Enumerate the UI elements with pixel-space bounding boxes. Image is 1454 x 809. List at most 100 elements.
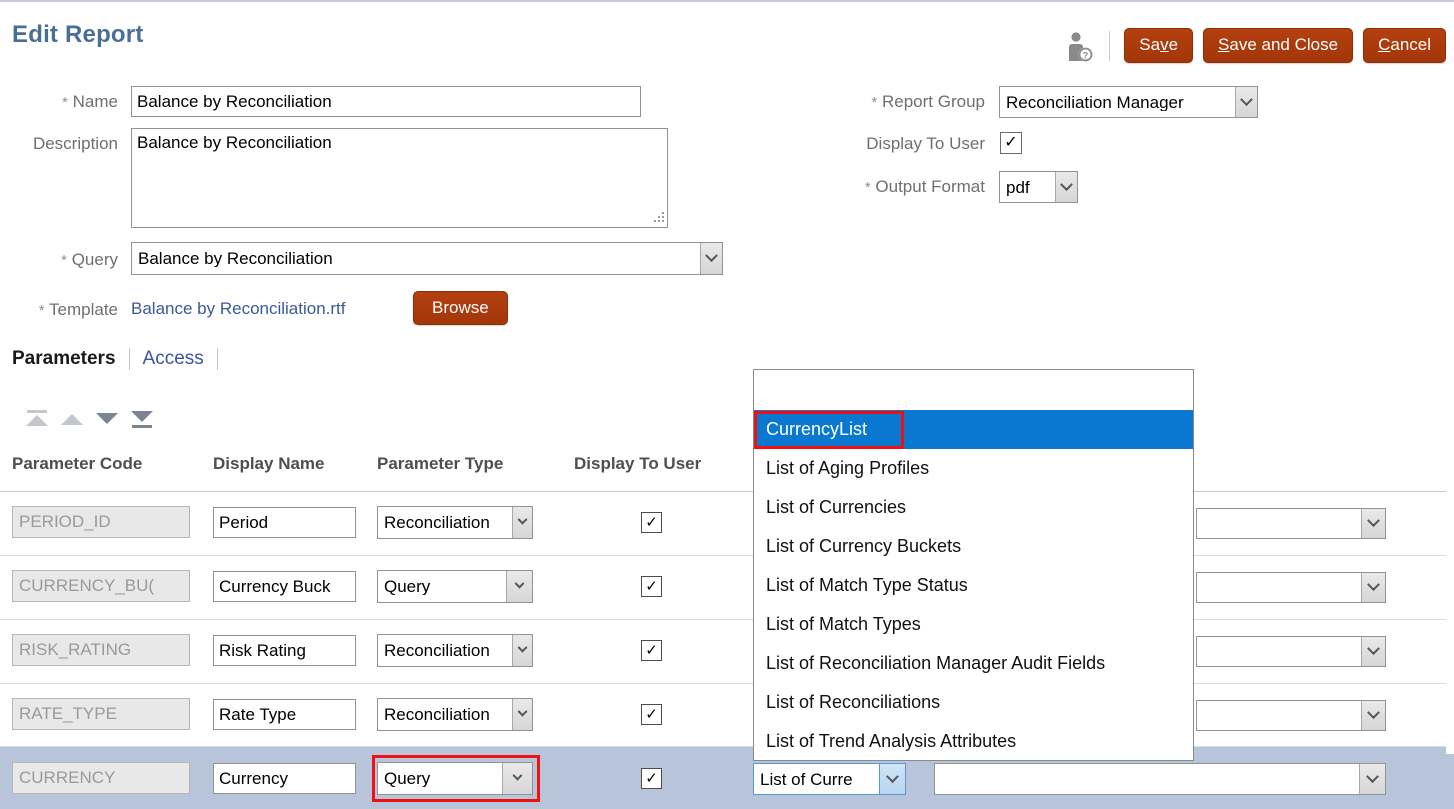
template-label: * Template <box>0 300 118 320</box>
dropdown-item-list-of-aging-profiles[interactable]: List of Aging Profiles <box>754 449 1193 488</box>
output-format-value: pdf <box>1000 179 1055 196</box>
parameter-type-value: Reconciliation <box>378 514 512 531</box>
display-to-user-checkbox[interactable]: ✓ <box>641 576 662 597</box>
query-label: * Query <box>0 250 118 270</box>
chevron-down-icon[interactable] <box>1361 509 1385 538</box>
move-down-icon[interactable] <box>96 410 118 428</box>
parameter-type-select[interactable]: Query <box>377 570 533 603</box>
report-group-value: Reconciliation Manager <box>1000 94 1235 111</box>
output-format-select[interactable]: pdf <box>999 171 1078 203</box>
dropdown-item-list-of-trend-analysis-attributes[interactable]: List of Trend Analysis Attributes <box>754 722 1193 761</box>
svg-text:?: ? <box>1083 50 1089 60</box>
column-header-display-name: Display Name <box>213 454 325 474</box>
toolbar-divider <box>1109 31 1110 61</box>
move-to-bottom-icon[interactable] <box>131 410 153 428</box>
row-extra-select[interactable] <box>1196 508 1386 539</box>
dropdown-item-list-of-rm-audit-fields[interactable]: List of Reconciliation Manager Audit Fie… <box>754 644 1193 683</box>
tab-divider-end <box>217 348 218 370</box>
chevron-down-icon[interactable] <box>1235 87 1257 117</box>
parameter-type-value: Query <box>378 770 502 787</box>
parameter-code-field: RISK_RATING <box>12 634 190 666</box>
save-and-close-button[interactable]: Save and Close <box>1203 28 1353 63</box>
move-to-top-icon[interactable] <box>26 410 48 428</box>
parameter-type-select[interactable]: Reconciliation <box>377 698 533 731</box>
person-question-icon[interactable]: ? <box>1065 29 1095 63</box>
dropdown-item-list-of-currencies[interactable]: List of Currencies <box>754 488 1193 527</box>
display-to-user-checkbox[interactable]: ✓ <box>641 640 662 661</box>
chevron-down-icon[interactable] <box>512 635 532 666</box>
report-group-select[interactable]: Reconciliation Manager <box>999 86 1258 118</box>
name-label: * Name <box>0 92 118 112</box>
parameter-code-field: CURRENCY <box>12 762 190 794</box>
display-name-input[interactable] <box>213 507 356 538</box>
header-rule <box>0 491 1454 492</box>
dropdown-item-list-of-match-type-status[interactable]: List of Match Type Status <box>754 566 1193 605</box>
column-header-parameter-code: Parameter Code <box>12 454 142 474</box>
header-toolbar: ? Save Save and Close Cancel <box>1065 28 1446 63</box>
dropdown-item-list-of-match-types[interactable]: List of Match Types <box>754 605 1193 644</box>
report-group-label: * Report Group <box>790 92 985 112</box>
chevron-down-icon[interactable] <box>879 764 905 794</box>
cancel-label: ancel <box>1390 35 1431 54</box>
name-input[interactable] <box>131 86 641 117</box>
edit-report-page: Edit Report ? Save Save and Close Cancel… <box>0 0 1454 809</box>
cancel-accesskey: C <box>1378 35 1390 54</box>
table-right-edge <box>1446 454 1454 754</box>
display-name-input[interactable] <box>213 763 356 794</box>
chevron-down-icon[interactable] <box>1361 701 1385 730</box>
move-up-icon[interactable] <box>61 410 83 428</box>
display-to-user-checkbox[interactable]: ✓ <box>1000 132 1022 154</box>
parameter-type-value: Reconciliation <box>378 706 512 723</box>
row-separator <box>0 619 1454 620</box>
dropdown-item-list-of-currency-buckets[interactable]: List of Currency Buckets <box>754 527 1193 566</box>
parameter-type-select[interactable]: Query <box>377 762 533 795</box>
column-header-display-to-user: Display To User <box>574 454 701 474</box>
chevron-down-icon[interactable] <box>1055 172 1077 202</box>
display-name-input[interactable] <box>213 635 356 666</box>
template-file-link[interactable]: Balance by Reconciliation.rtf <box>131 299 346 319</box>
chevron-down-icon[interactable] <box>700 243 722 274</box>
display-name-input[interactable] <box>213 699 356 730</box>
tab-access[interactable]: Access <box>143 348 204 370</box>
row-extra-select[interactable] <box>1196 636 1386 667</box>
chevron-down-icon[interactable] <box>502 763 532 794</box>
row-order-toolbar <box>26 410 153 428</box>
tab-parameters[interactable]: Parameters <box>12 348 116 370</box>
description-textarea[interactable] <box>131 128 668 228</box>
row-separator <box>0 746 1454 747</box>
display-name-input[interactable] <box>213 571 356 602</box>
query-source-dropdown-list[interactable]: CurrencyList List of Aging Profiles List… <box>753 369 1194 761</box>
chevron-down-icon[interactable] <box>1359 764 1385 794</box>
description-label: Description <box>0 134 118 154</box>
dropdown-item-currencylist[interactable]: CurrencyList <box>754 410 1193 449</box>
display-to-user-checkbox[interactable]: ✓ <box>641 704 662 725</box>
row-extra-select[interactable] <box>1196 572 1386 603</box>
save-button-label: Sa <box>1139 35 1160 54</box>
display-to-user-checkbox[interactable]: ✓ <box>641 768 662 789</box>
dropdown-blank-item[interactable] <box>754 370 1193 410</box>
chevron-down-icon[interactable] <box>506 571 532 602</box>
parameter-code-field: CURRENCY_BU( <box>12 570 190 602</box>
tab-bar: Parameters Access <box>12 348 231 370</box>
display-to-user-checkbox[interactable]: ✓ <box>641 512 662 533</box>
query-source-select[interactable]: List of Curre <box>753 763 906 795</box>
chevron-down-icon[interactable] <box>512 699 532 730</box>
display-to-user-label: Display To User <box>790 134 985 154</box>
chevron-down-icon[interactable] <box>1361 637 1385 666</box>
resize-grip-icon[interactable] <box>652 210 666 224</box>
query-select[interactable]: Balance by Reconciliation <box>131 242 723 275</box>
save-button[interactable]: Save <box>1124 28 1193 63</box>
row-separator <box>0 683 1454 684</box>
save-and-close-label: ave and Close <box>1229 35 1338 54</box>
parameter-type-select[interactable]: Reconciliation <box>377 506 533 539</box>
dropdown-item-list-of-reconciliations[interactable]: List of Reconciliations <box>754 683 1193 722</box>
chevron-down-icon[interactable] <box>1361 573 1385 602</box>
chevron-down-icon[interactable] <box>512 507 532 538</box>
cancel-button[interactable]: Cancel <box>1363 28 1446 63</box>
row-extra-select[interactable] <box>934 763 1386 795</box>
row-extra-select[interactable] <box>1196 700 1386 731</box>
save-button-accesskey: v <box>1160 35 1169 54</box>
browse-button[interactable]: Browse <box>413 291 508 325</box>
tab-divider <box>129 348 130 370</box>
parameter-type-select[interactable]: Reconciliation <box>377 634 533 667</box>
